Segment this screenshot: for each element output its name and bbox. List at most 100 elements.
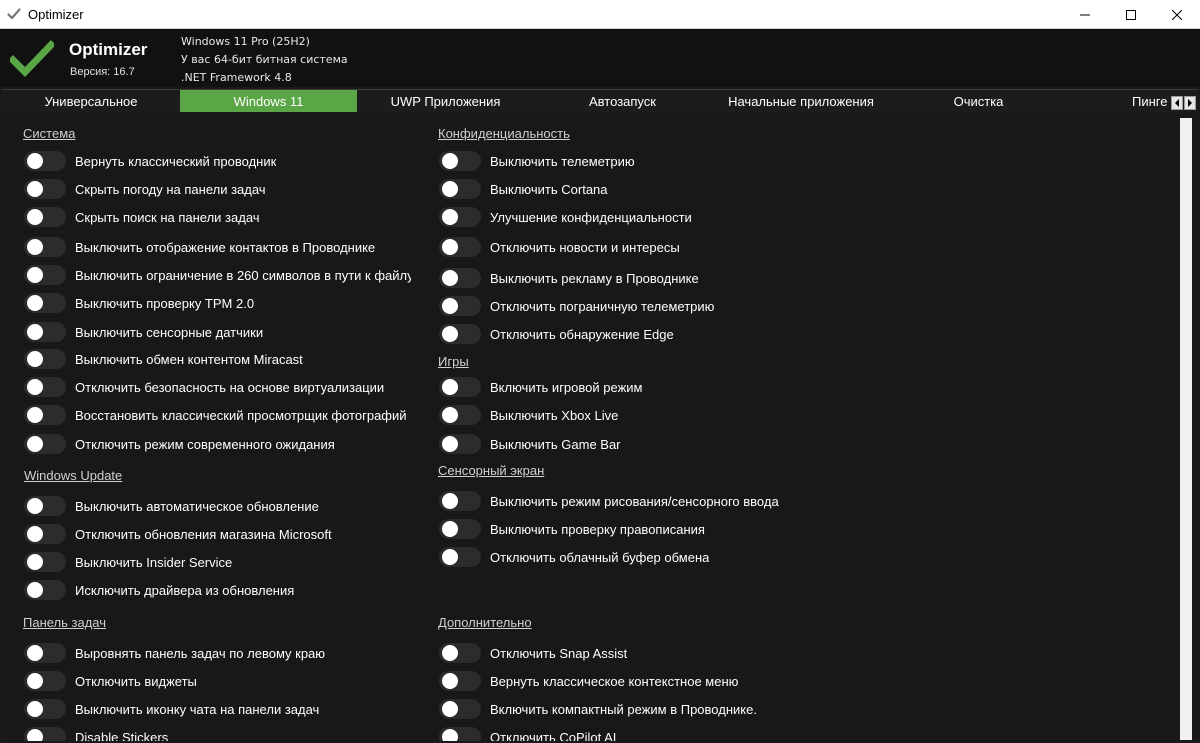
toggle-switch[interactable] (439, 268, 481, 288)
option-row[interactable]: Отключить облачный буфер обмена (439, 546, 709, 568)
toggle-switch[interactable] (439, 296, 481, 316)
option-row[interactable]: Скрыть погоду на панели задач (24, 178, 266, 200)
option-row[interactable]: Отключить виджеты (24, 670, 197, 692)
toggle-switch[interactable] (439, 405, 481, 425)
close-icon (1172, 9, 1182, 20)
option-label: Отключить виджеты (75, 673, 197, 689)
toggle-switch[interactable] (439, 547, 481, 567)
option-label: Выключить Xbox Live (490, 407, 619, 423)
toggle-switch[interactable] (439, 671, 481, 691)
app-version: Версия: 16.7 (70, 66, 135, 78)
toggle-switch[interactable] (24, 322, 66, 342)
toggle-switch[interactable] (439, 699, 481, 719)
tab-uwp-apps[interactable]: UWP Приложения (357, 90, 534, 112)
toggle-switch[interactable] (439, 207, 481, 227)
toggle-switch[interactable] (439, 491, 481, 511)
option-label: Выключить Insider Service (75, 554, 233, 570)
toggle-switch[interactable] (24, 237, 66, 257)
tab-scroll-left-button[interactable] (1171, 96, 1183, 110)
option-row[interactable]: Вернуть классическое контекстное меню (439, 670, 738, 692)
tab-universal[interactable]: Универсальное (2, 90, 180, 112)
option-row[interactable]: Выключить отображение контактов в Провод… (24, 236, 375, 258)
toggle-switch[interactable] (24, 552, 66, 572)
option-row[interactable]: Отключить пограничную телеметрию (439, 295, 714, 317)
option-row[interactable]: Disable Stickers (24, 726, 168, 741)
toggle-switch[interactable] (439, 643, 481, 663)
option-row[interactable]: Выключить иконку чата на панели задач (24, 698, 319, 720)
toggle-switch[interactable] (439, 324, 481, 344)
option-row[interactable]: Вернуть классический проводник (24, 150, 276, 172)
option-row[interactable]: Включить игровой режим (439, 376, 642, 398)
option-row[interactable]: Отключить обновления магазина Microsoft (24, 523, 332, 545)
option-label: Исключить драйвера из обновления (75, 582, 295, 598)
section-title-system: Система (23, 126, 76, 141)
option-label: Скрыть поиск на панели задач (75, 209, 260, 225)
option-label: Выключить автоматическое обновление (75, 498, 319, 514)
window-title: Optimizer (28, 7, 84, 22)
toggle-switch[interactable] (24, 727, 66, 741)
option-row[interactable]: Отключить Snap Assist (439, 642, 627, 664)
option-row[interactable]: Выключить Game Bar (439, 433, 621, 455)
option-row[interactable]: Отключить новости и интересы (439, 236, 680, 258)
tab-startup-apps[interactable]: Начальные приложения (711, 90, 891, 112)
toggle-switch[interactable] (24, 699, 66, 719)
option-row[interactable]: Выключить Cortana (439, 178, 608, 200)
option-label: Выключить Game Bar (490, 436, 621, 452)
maximize-button[interactable] (1108, 0, 1154, 29)
tab-startup[interactable]: Автозапуск (534, 90, 711, 112)
toggle-switch[interactable] (24, 496, 66, 516)
toggle-switch[interactable] (24, 524, 66, 544)
option-row[interactable]: Выключить автоматическое обновление (24, 495, 319, 517)
toggle-switch[interactable] (24, 377, 66, 397)
option-label: Включить игровой режим (490, 379, 643, 395)
option-row[interactable]: Выключить Insider Service (24, 551, 232, 573)
option-row[interactable]: Отключить режим современного ожидания (24, 433, 335, 455)
option-label: Отключить новости и интересы (490, 239, 680, 255)
option-row[interactable]: Выключить режим рисования/сенсорного вво… (439, 490, 779, 512)
toggle-switch[interactable] (439, 151, 481, 171)
option-row[interactable]: Выключить сенсорные датчики (24, 321, 263, 343)
toggle-switch[interactable] (24, 671, 66, 691)
tab-scroll-right-button[interactable] (1184, 96, 1196, 110)
option-row[interactable]: Отключить безопасность на основе виртуал… (24, 376, 384, 398)
option-row[interactable]: Выключить телеметрию (439, 150, 635, 172)
toggle-switch[interactable] (24, 293, 66, 313)
toggle-switch[interactable] (439, 727, 481, 741)
close-button[interactable] (1154, 0, 1200, 29)
toggle-switch[interactable] (439, 434, 481, 454)
toggle-switch[interactable] (24, 207, 66, 227)
option-row[interactable]: Отключить CoPilot AI (439, 726, 616, 741)
option-row[interactable]: Улучшение конфиденциальности (439, 206, 692, 228)
toggle-switch[interactable] (24, 643, 66, 663)
toggle-switch[interactable] (24, 405, 66, 425)
option-row[interactable]: Выключить ограничение в 260 символов в п… (24, 264, 411, 286)
option-row[interactable]: Скрыть поиск на панели задач (24, 206, 260, 228)
chevron-right-icon (1188, 99, 1192, 107)
tab-cleanup[interactable]: Очистка (891, 90, 1066, 112)
option-row[interactable]: Восстановить классический просмотрщик фо… (24, 404, 407, 426)
toggle-switch[interactable] (439, 377, 481, 397)
tab-bar: Универсальное Windows 11 UWP Приложения … (2, 89, 1198, 112)
option-row[interactable]: Выключить Xbox Live (439, 404, 618, 426)
scrollbar-thumb[interactable] (1180, 118, 1192, 740)
option-row[interactable]: Исключить драйвера из обновления (24, 579, 294, 601)
toggle-switch[interactable] (439, 519, 481, 539)
option-row[interactable]: Выровнять панель задач по левому краю (24, 642, 325, 664)
toggle-switch[interactable] (24, 349, 66, 369)
option-row[interactable]: Отключить обнаружение Edge (439, 323, 674, 345)
toggle-switch[interactable] (24, 151, 66, 171)
app-header: Optimizer Версия: 16.7 Windows 11 Pro (2… (0, 29, 1200, 87)
toggle-switch[interactable] (24, 179, 66, 199)
option-row[interactable]: Выключить проверку правописания (439, 518, 705, 540)
minimize-button[interactable] (1062, 0, 1108, 29)
toggle-switch[interactable] (24, 434, 66, 454)
tab-windows-11[interactable]: Windows 11 (180, 90, 357, 112)
option-row[interactable]: Включить компактный режим в Проводнике. (439, 698, 757, 720)
toggle-switch[interactable] (24, 580, 66, 600)
toggle-switch[interactable] (439, 237, 481, 257)
toggle-switch[interactable] (439, 179, 481, 199)
option-row[interactable]: Выключить рекламу в Проводнике (439, 267, 699, 289)
option-row[interactable]: Выключить проверку TPM 2.0 (24, 292, 254, 314)
toggle-switch[interactable] (24, 265, 66, 285)
option-row[interactable]: Выключить обмен контентом Miracast (24, 348, 303, 370)
